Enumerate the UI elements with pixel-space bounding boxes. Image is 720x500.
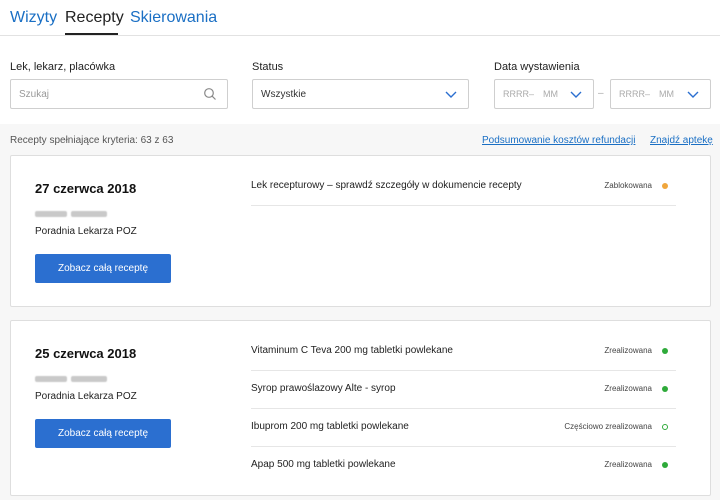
drug-name: Ibuprom 200 mg tabletki powlekane [251,421,409,432]
find-pharmacy-link[interactable]: Znajdź aptekę [650,135,713,146]
doctor-name-redacted [71,376,107,382]
chevron-down-icon[interactable] [569,87,583,101]
date-from-year: RRRR [503,89,529,99]
chevron-down-icon [445,91,457,98]
status-select[interactable]: Wszystkie [252,79,469,109]
status-dot-icon [662,424,668,430]
prescription-card: 27 czerwca 2018 Poradnia Lekarza POZ Zob… [10,155,711,307]
date-range-separator: – [598,88,604,99]
drug-name: Lek recepturowy – sprawdź szczegóły w do… [251,180,522,191]
status-badge: Zablokowana [604,181,652,190]
date-to-field[interactable]: RRRR – MM [610,79,711,109]
status-badge: Zrealizowana [604,346,652,355]
status-badge: Zrealizowana [604,460,652,469]
doctor-name-redacted [35,211,67,217]
prescription-date: 27 czerwca 2018 [35,181,137,196]
tab-wizyty[interactable]: Wizyty [10,9,57,27]
prescription-item[interactable]: Ibuprom 200 mg tabletki powlekane Części… [251,409,676,447]
prescription-item[interactable]: Syrop prawoślazowy Alte - syrop Zrealizo… [251,371,676,409]
refund-summary-link[interactable]: Podsumowanie kosztów refundacji [482,135,635,146]
prescription-item[interactable]: Lek recepturowy – sprawdź szczegóły w do… [251,168,676,206]
status-dot-icon [662,348,668,354]
drug-name: Vitaminum C Teva 200 mg tabletki powleka… [251,345,453,356]
tab-bar: Wizyty Recepty Skierowania [0,0,720,36]
status-value: Wszystkie [261,89,306,100]
status-label: Status [252,61,284,73]
date-to-month: MM [659,89,674,99]
criteria-count: Recepty spełniające kryteria: 63 z 63 [10,135,174,146]
date-from-separator: – [529,89,535,99]
view-prescription-button[interactable]: Zobacz całą receptę [35,254,171,283]
date-label: Data wystawienia [494,61,580,73]
prescription-card: 25 czerwca 2018 Poradnia Lekarza POZ Zob… [10,320,711,496]
search-input[interactable]: Szukaj [10,79,228,109]
prescription-item[interactable]: Apap 500 mg tabletki powlekane Zrealizow… [251,447,676,485]
date-from-month: MM [543,89,558,99]
doctor-name-redacted [71,211,107,217]
clinic-name: Poradnia Lekarza POZ [35,391,137,402]
date-to-separator: – [645,89,651,99]
prescription-item[interactable]: Vitaminum C Teva 200 mg tabletki powleka… [251,333,676,371]
search-icon[interactable] [203,87,217,101]
search-placeholder: Szukaj [19,89,50,100]
clinic-name: Poradnia Lekarza POZ [35,226,137,237]
doctor-name-redacted [35,376,67,382]
status-dot-icon [662,386,668,392]
filters-panel: Lek, lekarz, placówka Szukaj Status Wszy… [0,36,720,124]
status-badge: Zrealizowana [604,384,652,393]
chevron-down-icon[interactable] [686,87,700,101]
tab-recepty[interactable]: Recepty [65,9,124,27]
drug-name: Apap 500 mg tabletki powlekane [251,459,396,470]
tab-skierowania[interactable]: Skierowania [130,9,217,27]
view-prescription-button[interactable]: Zobacz całą receptę [35,419,171,448]
search-label: Lek, lekarz, placówka [10,61,116,73]
date-to-year: RRRR [619,89,645,99]
drug-name: Syrop prawoślazowy Alte - syrop [251,383,396,394]
status-dot-icon [662,183,668,189]
status-dot-icon [662,462,668,468]
prescription-date: 25 czerwca 2018 [35,346,137,361]
status-badge: Częściowo zrealizowana [564,422,652,431]
active-tab-indicator [65,33,118,35]
date-from-field[interactable]: RRRR – MM [494,79,594,109]
